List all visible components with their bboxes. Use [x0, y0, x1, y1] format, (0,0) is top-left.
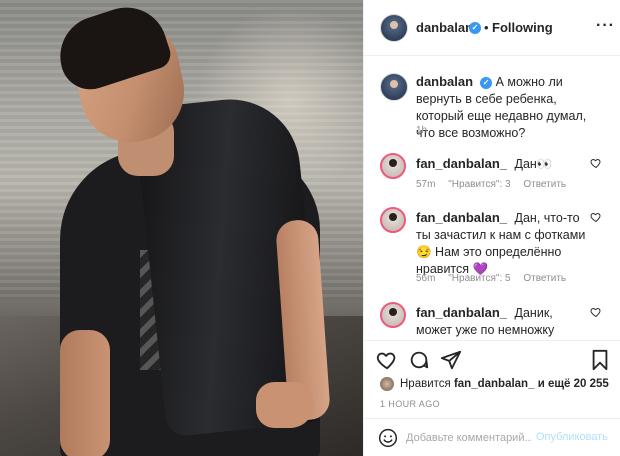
verified-badge-icon: ✓	[480, 76, 493, 89]
commenter-avatar[interactable]	[380, 153, 406, 179]
comment-likes-count[interactable]: "Нравится": 3	[448, 179, 510, 190]
comment-like-heart-icon[interactable]	[590, 306, 602, 318]
like-heart-icon[interactable]	[376, 349, 398, 371]
commenter-username[interactable]: fan_danbalan_	[416, 210, 507, 225]
caption-timestamp[interactable]: 1h	[416, 125, 427, 136]
comment-reply-button[interactable]: Ответить	[523, 179, 566, 190]
post-side-panel: danbalan ✓ • Following ··· danbalan ✓ А м…	[363, 0, 620, 456]
more-options-icon[interactable]: ···	[596, 17, 615, 35]
photo-person-hand	[256, 382, 314, 428]
save-bookmark-icon[interactable]	[590, 349, 610, 371]
comment-meta: 57m "Нравится": 3 Ответить	[416, 179, 576, 190]
emoji-smile-icon[interactable]	[378, 428, 398, 448]
comment-likes-count[interactable]: "Нравится": 5	[448, 273, 510, 284]
comment-body: fan_danbalan_ Дан, что-то ты зачастил к …	[416, 209, 592, 278]
caption-author-avatar[interactable]	[380, 73, 408, 101]
commenter-avatar[interactable]	[380, 302, 406, 328]
liker-username[interactable]: fan_danbalan_	[454, 378, 535, 390]
post-caption: danbalan ✓ А можно ли вернуть в себе ребе…	[416, 73, 606, 142]
comment-time[interactable]: 56m	[416, 273, 435, 284]
likes-summary[interactable]: Нравится fan_danbalan_ и ещё 20 255	[380, 377, 609, 391]
comment-input[interactable]	[406, 428, 532, 448]
photo-person-left-arm	[60, 330, 110, 456]
liker-avatar	[380, 377, 394, 391]
comment-like-heart-icon[interactable]	[590, 211, 602, 223]
comment-text: Дан👀	[514, 157, 553, 171]
author-username[interactable]: danbalan	[416, 20, 473, 35]
post-actions: Нравится fan_danbalan_ и ещё 20 255 1 HO…	[364, 340, 620, 430]
comment-reply-button[interactable]: Ответить	[523, 273, 566, 284]
likes-count[interactable]: и ещё 20 255	[538, 378, 609, 390]
likes-prefix: Нравится	[400, 378, 451, 391]
post-header: danbalan ✓ • Following ···	[364, 0, 620, 56]
comment-time[interactable]: 57m	[416, 179, 435, 190]
verified-badge-icon: ✓	[469, 22, 481, 34]
post-photo[interactable]	[0, 0, 363, 456]
comment-body: fan_danbalan_ Даник, может уже по немнож…	[416, 304, 592, 340]
add-comment-bar: Опубликовать	[364, 418, 620, 456]
comment-like-heart-icon[interactable]	[590, 157, 602, 169]
publish-button[interactable]: Опубликовать	[536, 431, 608, 443]
comment-body: fan_danbalan_ Дан👀	[416, 155, 592, 173]
commenter-username[interactable]: fan_danbalan_	[416, 305, 507, 320]
comment-bubble-icon[interactable]	[408, 349, 430, 371]
commenter-username[interactable]: fan_danbalan_	[416, 156, 507, 171]
author-avatar[interactable]	[380, 14, 408, 42]
comment-meta: 56m "Нравится": 5 Ответить	[416, 273, 576, 284]
post-timeago[interactable]: 1 HOUR AGO	[380, 399, 440, 409]
comments-list[interactable]: danbalan ✓ А можно ли вернуть в себе ребе…	[364, 57, 620, 340]
share-direct-icon[interactable]	[440, 349, 462, 371]
commenter-avatar[interactable]	[380, 207, 406, 233]
caption-username[interactable]: danbalan	[416, 74, 473, 89]
following-button[interactable]: Following	[492, 20, 553, 35]
header-separator: •	[484, 20, 489, 35]
